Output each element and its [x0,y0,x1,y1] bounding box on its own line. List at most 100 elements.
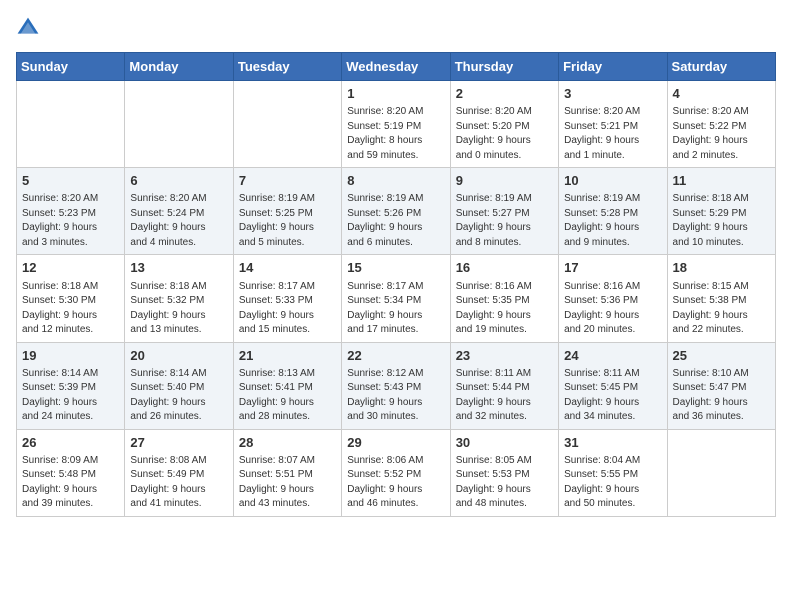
calendar-cell: 14 Sunrise: 8:17 AM Sunset: 5:33 PM Dayli… [233,255,341,342]
day-info: Sunrise: 8:08 AM Sunset: 5:49 PM Dayligh… [130,454,227,512]
day-number: 16 [456,259,553,277]
day-number: 2 [456,85,553,103]
weekday-header-row: SundayMondayTuesdayWednesdayThursdayFrid… [17,53,776,81]
calendar-cell: 16Sunrise: 8:16 AM Sunset: 5:35 PM Dayli… [450,255,558,342]
day-info: Sunrise: 8:20 AM Sunset: 5:23 PM Dayligh… [22,192,119,250]
calendar-cell [17,81,125,168]
calendar-week-4: 19Sunrise: 8:14 AM Sunset: 5:39 PM Dayli… [17,342,776,429]
day-info: Sunrise: 8:20 AM Sunset: 5:22 PM Dayligh… [673,105,770,163]
day-number: 20 [130,347,227,365]
calendar-table: SundayMondayTuesdayWednesdayThursdayFrid… [16,52,776,517]
day-info: Sunrise: 8:20 AM Sunset: 5:24 PM Dayligh… [130,192,227,250]
calendar-cell: 9Sunrise: 8:19 AM Sunset: 5:27 PM Daylig… [450,168,558,255]
calendar-cell: 21 Sunrise: 8:13 AM Sunset: 5:41 PM Dayli… [233,342,341,429]
calendar-cell: 31 Sunrise: 8:04 AM Sunset: 5:55 PM Dayli… [559,429,667,516]
weekday-friday: Friday [559,53,667,81]
logo-icon [16,16,40,40]
weekday-sunday: Sunday [17,53,125,81]
day-number: 9 [456,172,553,190]
calendar-cell: 26 Sunrise: 8:09 AM Sunset: 5:48 PM Dayli… [17,429,125,516]
day-number: 22 [347,347,444,365]
day-info: Sunrise: 8:16 AM Sunset: 5:36 PM Dayligh… [564,280,661,338]
calendar-cell: 29 Sunrise: 8:06 AM Sunset: 5:52 PM Dayli… [342,429,450,516]
calendar-cell: 5 Sunrise: 8:20 AM Sunset: 5:23 PM Daylig… [17,168,125,255]
day-number: 1 [347,85,444,103]
day-info: Sunrise: 8:06 AM Sunset: 5:52 PM Dayligh… [347,454,444,512]
day-number: 31 [564,434,661,452]
calendar-week-2: 5 Sunrise: 8:20 AM Sunset: 5:23 PM Daylig… [17,168,776,255]
calendar-week-3: 12 Sunrise: 8:18 AM Sunset: 5:30 PM Dayli… [17,255,776,342]
calendar-cell: 2 Sunrise: 8:20 AM Sunset: 5:20 PM Daylig… [450,81,558,168]
day-info: Sunrise: 8:18 AM Sunset: 5:30 PM Dayligh… [22,280,119,338]
day-number: 6 [130,172,227,190]
day-number: 29 [347,434,444,452]
calendar-cell: 13 Sunrise: 8:18 AM Sunset: 5:32 PM Dayli… [125,255,233,342]
weekday-saturday: Saturday [667,53,775,81]
day-info: Sunrise: 8:04 AM Sunset: 5:55 PM Dayligh… [564,454,661,512]
calendar-cell: 20 Sunrise: 8:14 AM Sunset: 5:40 PM Dayli… [125,342,233,429]
logo [16,16,44,40]
calendar-cell: 30Sunrise: 8:05 AM Sunset: 5:53 PM Dayli… [450,429,558,516]
day-info: Sunrise: 8:13 AM Sunset: 5:41 PM Dayligh… [239,367,336,425]
calendar-cell: 3 Sunrise: 8:20 AM Sunset: 5:21 PM Daylig… [559,81,667,168]
day-info: Sunrise: 8:12 AM Sunset: 5:43 PM Dayligh… [347,367,444,425]
day-info: Sunrise: 8:18 AM Sunset: 5:29 PM Dayligh… [673,192,770,250]
weekday-thursday: Thursday [450,53,558,81]
day-number: 13 [130,259,227,277]
day-number: 4 [673,85,770,103]
calendar-cell: 11 Sunrise: 8:18 AM Sunset: 5:29 PM Dayli… [667,168,775,255]
calendar-cell: 19Sunrise: 8:14 AM Sunset: 5:39 PM Dayli… [17,342,125,429]
day-info: Sunrise: 8:20 AM Sunset: 5:20 PM Dayligh… [456,105,553,163]
calendar-cell: 7Sunrise: 8:19 AM Sunset: 5:25 PM Daylig… [233,168,341,255]
page-header [16,16,776,40]
calendar-cell: 27 Sunrise: 8:08 AM Sunset: 5:49 PM Dayli… [125,429,233,516]
day-info: Sunrise: 8:14 AM Sunset: 5:40 PM Dayligh… [130,367,227,425]
day-info: Sunrise: 8:18 AM Sunset: 5:32 PM Dayligh… [130,280,227,338]
day-info: Sunrise: 8:20 AM Sunset: 5:19 PM Dayligh… [347,105,444,163]
day-number: 14 [239,259,336,277]
day-number: 8 [347,172,444,190]
day-number: 27 [130,434,227,452]
day-info: Sunrise: 8:09 AM Sunset: 5:48 PM Dayligh… [22,454,119,512]
calendar-cell: 1 Sunrise: 8:20 AM Sunset: 5:19 PM Daylig… [342,81,450,168]
calendar-cell: 12 Sunrise: 8:18 AM Sunset: 5:30 PM Dayli… [17,255,125,342]
calendar-week-5: 26 Sunrise: 8:09 AM Sunset: 5:48 PM Dayli… [17,429,776,516]
calendar-cell [233,81,341,168]
day-number: 25 [673,347,770,365]
calendar-cell: 10Sunrise: 8:19 AM Sunset: 5:28 PM Dayli… [559,168,667,255]
weekday-monday: Monday [125,53,233,81]
day-info: Sunrise: 8:19 AM Sunset: 5:25 PM Dayligh… [239,192,336,250]
day-number: 28 [239,434,336,452]
calendar-cell: 28Sunrise: 8:07 AM Sunset: 5:51 PM Dayli… [233,429,341,516]
calendar-week-1: 1 Sunrise: 8:20 AM Sunset: 5:19 PM Daylig… [17,81,776,168]
day-number: 15 [347,259,444,277]
calendar-cell [125,81,233,168]
calendar-cell: 17 Sunrise: 8:16 AM Sunset: 5:36 PM Dayli… [559,255,667,342]
calendar-cell: 22 Sunrise: 8:12 AM Sunset: 5:43 PM Dayli… [342,342,450,429]
day-number: 5 [22,172,119,190]
day-number: 11 [673,172,770,190]
day-info: Sunrise: 8:19 AM Sunset: 5:28 PM Dayligh… [564,192,661,250]
day-info: Sunrise: 8:11 AM Sunset: 5:44 PM Dayligh… [456,367,553,425]
day-info: Sunrise: 8:11 AM Sunset: 5:45 PM Dayligh… [564,367,661,425]
day-info: Sunrise: 8:10 AM Sunset: 5:47 PM Dayligh… [673,367,770,425]
day-number: 18 [673,259,770,277]
day-number: 26 [22,434,119,452]
calendar-cell: 8 Sunrise: 8:19 AM Sunset: 5:26 PM Daylig… [342,168,450,255]
day-number: 24 [564,347,661,365]
day-info: Sunrise: 8:20 AM Sunset: 5:21 PM Dayligh… [564,105,661,163]
day-number: 17 [564,259,661,277]
day-number: 12 [22,259,119,277]
calendar-body: 1 Sunrise: 8:20 AM Sunset: 5:19 PM Daylig… [17,81,776,517]
day-number: 3 [564,85,661,103]
day-info: Sunrise: 8:17 AM Sunset: 5:33 PM Dayligh… [239,280,336,338]
calendar-cell: 25 Sunrise: 8:10 AM Sunset: 5:47 PM Dayli… [667,342,775,429]
day-number: 21 [239,347,336,365]
calendar-cell [667,429,775,516]
day-info: Sunrise: 8:19 AM Sunset: 5:26 PM Dayligh… [347,192,444,250]
calendar-cell: 18Sunrise: 8:15 AM Sunset: 5:38 PM Dayli… [667,255,775,342]
calendar-cell: 24 Sunrise: 8:11 AM Sunset: 5:45 PM Dayli… [559,342,667,429]
calendar-cell: 4 Sunrise: 8:20 AM Sunset: 5:22 PM Daylig… [667,81,775,168]
calendar-cell: 15 Sunrise: 8:17 AM Sunset: 5:34 PM Dayli… [342,255,450,342]
day-info: Sunrise: 8:17 AM Sunset: 5:34 PM Dayligh… [347,280,444,338]
